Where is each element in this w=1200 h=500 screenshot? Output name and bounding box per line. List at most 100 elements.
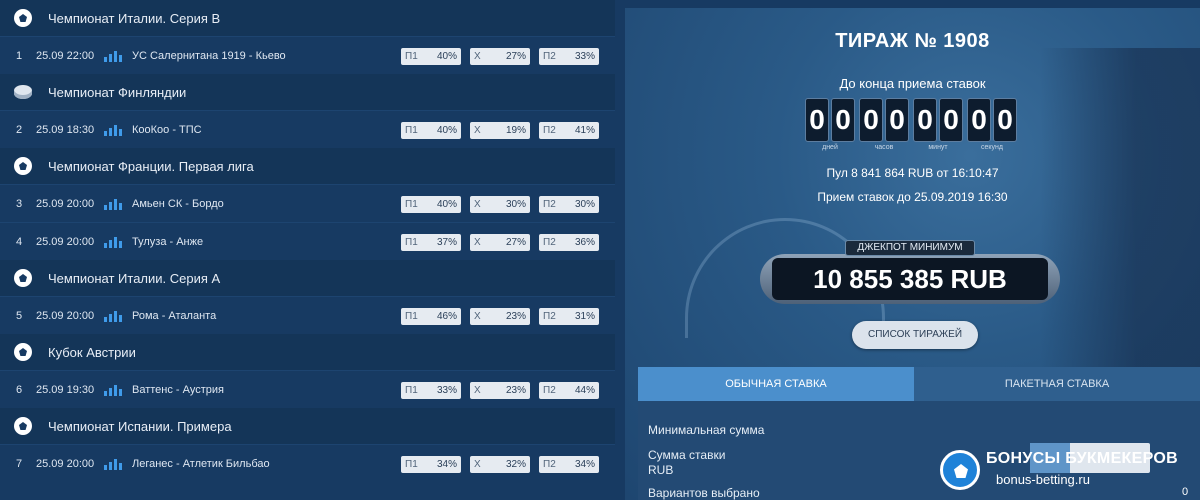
outcome-percent: 46% [436,311,457,322]
league-header: Чемпионат Италии. Серия А [0,260,615,296]
outcome-label: П1 [405,125,418,136]
match-row[interactable]: 5 25.09 20:00 Рома - Аталанта П1 46% Х 23% П2 31… [0,296,615,334]
timer-digit: 0 [939,98,963,142]
outcome-x-button[interactable]: Х 32% [470,456,530,473]
match-row[interactable]: 3 25.09 20:00 Амьен СК - Бордо П1 40% Х 30% П2 3… [0,184,615,222]
outcome-x-button[interactable]: Х 27% [470,234,530,251]
timer-label: минут [928,144,948,151]
league-header: Кубок Австрии [0,334,615,370]
stats-icon[interactable] [104,310,122,322]
outcome-p1-button[interactable]: П1 40% [401,48,461,65]
league-name: Чемпионат Италии. Серия А [48,270,221,286]
football-icon [14,157,32,175]
outcome-p2-button[interactable]: П2 31% [539,308,599,325]
match-teams: Ваттенс - Аустрия [132,383,224,396]
outcome-percent: 23% [505,385,526,396]
bet-type-tabs: ОБЫЧНАЯ СТАВКА ПАКЕТНАЯ СТАВКА [638,367,1200,401]
outcome-x-button[interactable]: Х 19% [470,122,530,139]
match-time: 25.09 22:00 [36,49,95,62]
match-time: 25.09 20:00 [36,197,95,210]
match-row[interactable]: 6 25.09 19:30 Ваттенс - Аустрия П1 33% Х 23% П2… [0,370,615,408]
outcome-percent: 33% [436,385,457,396]
match-row[interactable]: 7 25.09 20:00 Леганес - Атлетик Бильбао П1 3… [0,444,615,482]
outcome-percent: 27% [505,51,526,62]
outcome-p1-button[interactable]: П1 40% [401,196,461,213]
outcome-x-button[interactable]: Х 23% [470,382,530,399]
match-teams: Рома - Аталанта [132,309,217,322]
stats-icon[interactable] [104,198,122,210]
outcome-percent: 34% [436,459,457,470]
outcome-percent: 32% [505,459,526,470]
timer-label: дней [822,144,838,151]
league-header: Чемпионат Испании. Примера [0,408,615,444]
outcome-label: Х [474,199,481,210]
stats-icon[interactable] [104,384,122,396]
bet-sum-currency: RUB [648,463,674,477]
outcome-p1-button[interactable]: П1 34% [401,456,461,473]
min-sum-label: Минимальная сумма [648,423,765,437]
match-teams: КооКоо - ТПС [132,123,202,136]
match-row[interactable]: 4 25.09 20:00 Тулуза - Анже П1 37% Х 27% П2 36% [0,222,615,260]
jackpot-display: 10 855 385 RUB ДЖЕКПОТ МИНИМУМ [760,240,1060,306]
stats-icon[interactable] [104,124,122,136]
outcome-percent: 23% [505,311,526,322]
outcome-p1-button[interactable]: П1 40% [401,122,461,139]
football-icon [14,343,32,361]
tab-regular-bet[interactable]: ОБЫЧНАЯ СТАВКА [638,367,914,401]
timer-days: 00 дней [805,98,855,154]
match-number: 7 [16,457,23,470]
outcome-percent: 40% [436,125,457,136]
jackpot-value: 10 855 385 RUB [772,258,1048,300]
outcome-percent: 31% [574,311,595,322]
outcome-x-button[interactable]: Х 30% [470,196,530,213]
outcome-p2-button[interactable]: П2 41% [539,122,599,139]
outcome-percent: 37% [436,237,457,248]
outcome-p2-button[interactable]: П2 44% [539,382,599,399]
outcome-percent: 41% [574,125,595,136]
pool-info: Пул 8 841 864 RUB от 16:10:47 [826,166,999,180]
match-teams: Тулуза - Анже [132,235,204,248]
outcome-percent: 27% [505,237,526,248]
stats-icon[interactable] [104,50,122,62]
outcome-label: П2 [543,125,556,136]
timer-label: секунд [981,144,1003,151]
match-number: 6 [16,383,23,396]
outcome-percent: 40% [436,199,457,210]
variants-label: Вариантов выбрано [648,486,760,500]
league-header: Чемпионат Финляндии [0,74,615,110]
countdown-timer: 00 дней 00 часов 00 минут 00 секунд [805,98,1017,154]
match-row[interactable]: 1 25.09 22:00 УС Салернитана 1919 - Кьево П… [0,36,615,74]
outcome-p2-button[interactable]: П2 36% [539,234,599,251]
outcome-label: Х [474,459,481,470]
player-background [1040,48,1200,368]
outcome-p1-button[interactable]: П1 46% [401,308,461,325]
outcome-p1-button[interactable]: П1 37% [401,234,461,251]
outcome-percent: 30% [505,199,526,210]
watermark-title: БОНУСЫ БУКМЕКЕРОВ [986,450,1178,467]
match-number: 5 [16,309,23,322]
league-name: Чемпионат Франции. Первая лига [48,158,254,174]
bet-sum-label-line: Сумма ставки [648,448,726,462]
timer-digit: 0 [993,98,1017,142]
jackpot-label: ДЖЕКПОТ МИНИМУМ [845,240,975,256]
watermark-url: bonus-betting.ru [996,472,1090,487]
outcome-p2-button[interactable]: П2 34% [539,456,599,473]
draws-list-button[interactable]: СПИСОК ТИРАЖЕЙ [852,321,978,349]
outcome-label: Х [474,125,481,136]
league-name: Чемпионат Испании. Примера [48,418,232,434]
match-time: 25.09 20:00 [36,235,95,248]
outcome-label: П1 [405,311,418,322]
stats-icon[interactable] [104,458,122,470]
timer-digit: 0 [831,98,855,142]
outcome-p2-button[interactable]: П2 30% [539,196,599,213]
outcome-x-button[interactable]: Х 23% [470,308,530,325]
stats-icon[interactable] [104,236,122,248]
outcome-p1-button[interactable]: П1 33% [401,382,461,399]
tab-package-bet[interactable]: ПАКЕТНАЯ СТАВКА [914,367,1200,401]
outcome-p2-button[interactable]: П2 33% [539,48,599,65]
match-time: 25.09 19:30 [36,383,95,396]
outcome-x-button[interactable]: Х 27% [470,48,530,65]
match-number: 1 [16,49,23,62]
match-row[interactable]: 2 25.09 18:30 КооКоо - ТПС П1 40% Х 19% П2 41% [0,110,615,148]
outcome-percent: 19% [505,125,526,136]
